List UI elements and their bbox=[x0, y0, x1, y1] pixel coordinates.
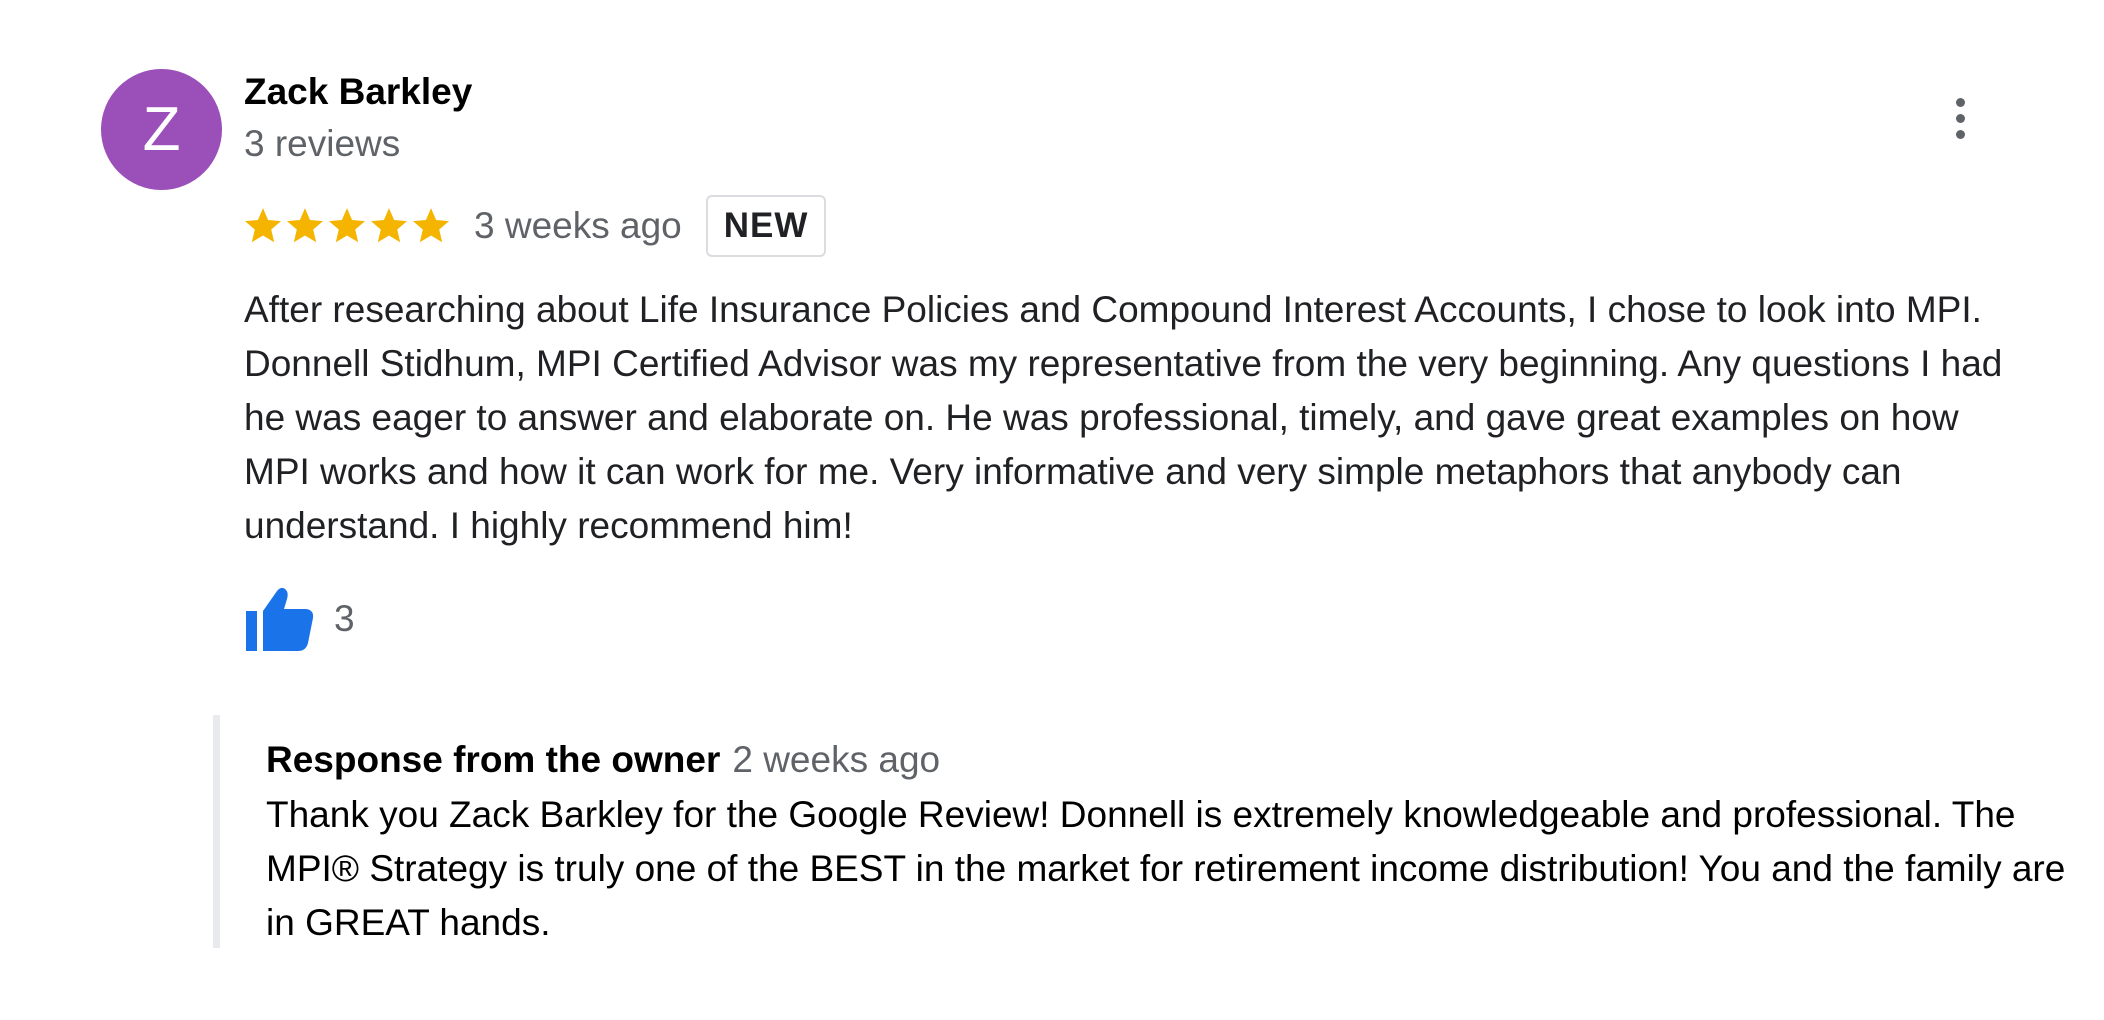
more-vert-icon bbox=[1955, 97, 1965, 107]
owner-response: Response from the owner 2 weeks ago Thank… bbox=[213, 715, 2080, 948]
reviewer-review-count[interactable]: 3 reviews bbox=[244, 122, 400, 166]
review-card: Z Zack Barkley 3 reviews 3 weeks ago NEW… bbox=[0, 0, 2104, 1020]
star-rating bbox=[242, 205, 452, 247]
star-icon bbox=[412, 208, 450, 243]
avatar[interactable]: Z bbox=[101, 69, 222, 190]
review-text: After researching about Life Insurance P… bbox=[244, 289, 2013, 546]
avatar-initial: Z bbox=[142, 94, 181, 164]
more-options-button[interactable] bbox=[1940, 90, 1980, 146]
more-vert-icon-dot bbox=[1955, 113, 1965, 123]
like-count: 3 bbox=[334, 598, 355, 639]
like-row: 3 bbox=[244, 585, 355, 653]
star-icon bbox=[328, 208, 366, 243]
reviewer-name[interactable]: Zack Barkley bbox=[244, 70, 472, 114]
review-date: 3 weeks ago bbox=[474, 205, 682, 246]
star-icon bbox=[244, 208, 282, 243]
owner-response-header: Response from the owner 2 weeks ago bbox=[266, 733, 940, 787]
new-badge: NEW bbox=[705, 195, 827, 257]
owner-response-title: Response from the owner bbox=[266, 739, 721, 780]
rating-row: 3 weeks ago NEW bbox=[242, 193, 827, 259]
star-icon bbox=[286, 208, 324, 243]
owner-response-date: 2 weeks ago bbox=[732, 739, 941, 780]
owner-response-text: Thank you Zack Barkley for the Google Re… bbox=[266, 794, 2066, 943]
thumbs-up-icon[interactable] bbox=[244, 585, 314, 653]
star-icon bbox=[370, 208, 408, 243]
more-vert-icon-dot bbox=[1955, 129, 1965, 139]
